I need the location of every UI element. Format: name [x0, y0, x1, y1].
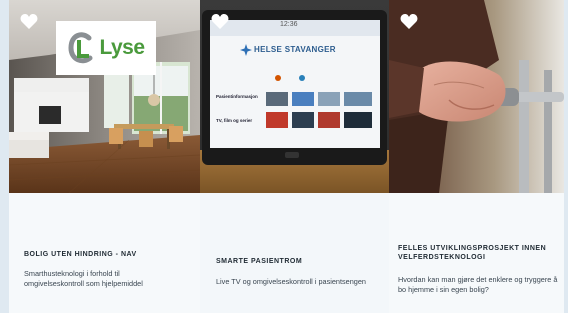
grid-right-edge [564, 0, 568, 313]
card-description: Smarthusteknologi i forhold til omgivels… [24, 269, 143, 288]
card-description: Hvordan kan man gjøre det enklere og try… [398, 275, 558, 294]
heart-icon[interactable] [20, 14, 38, 30]
tablet-brand-title: HELSE STAVANGER [254, 45, 336, 54]
card-title[interactable]: BOLIG UTEN HINDRING - NAV [24, 250, 189, 259]
tablet-clock: 12:36 [280, 21, 298, 28]
card-felles-utviklingsprosjekt[interactable]: FELLES UTVIKLINGSPROSJEKT INNEN VELFERDS… [389, 0, 564, 313]
card-description: Live TV og omgivelseskontroll i pasients… [216, 277, 366, 286]
lyse-logo-mark [68, 32, 93, 64]
lyse-logo-text: Lyse [99, 36, 145, 59]
card-title[interactable]: SMARTE PASIENTROM [216, 257, 376, 266]
card-smarte-pasientrom[interactable]: 12:36 HELSE STAVANGER Pasientinformasjon… [200, 0, 389, 313]
lyse-logo: Lyse [56, 21, 156, 75]
card-title[interactable]: FELLES UTVIKLINGSPROSJEKT INNEN VELFERDS… [398, 244, 558, 262]
heart-icon[interactable] [211, 14, 229, 30]
card-bolig-uten-hindring[interactable]: Lyse BOLIG UTEN HINDRING - NAV Smarthust… [9, 0, 200, 313]
tablet-menu-item: TV, film og serier [216, 118, 253, 123]
tablet-menu-item: Pasientinformasjon [216, 94, 258, 99]
card-grid: Lyse BOLIG UTEN HINDRING - NAV Smarthust… [0, 0, 568, 313]
heart-icon[interactable] [400, 14, 418, 30]
grid-left-edge [0, 0, 9, 313]
